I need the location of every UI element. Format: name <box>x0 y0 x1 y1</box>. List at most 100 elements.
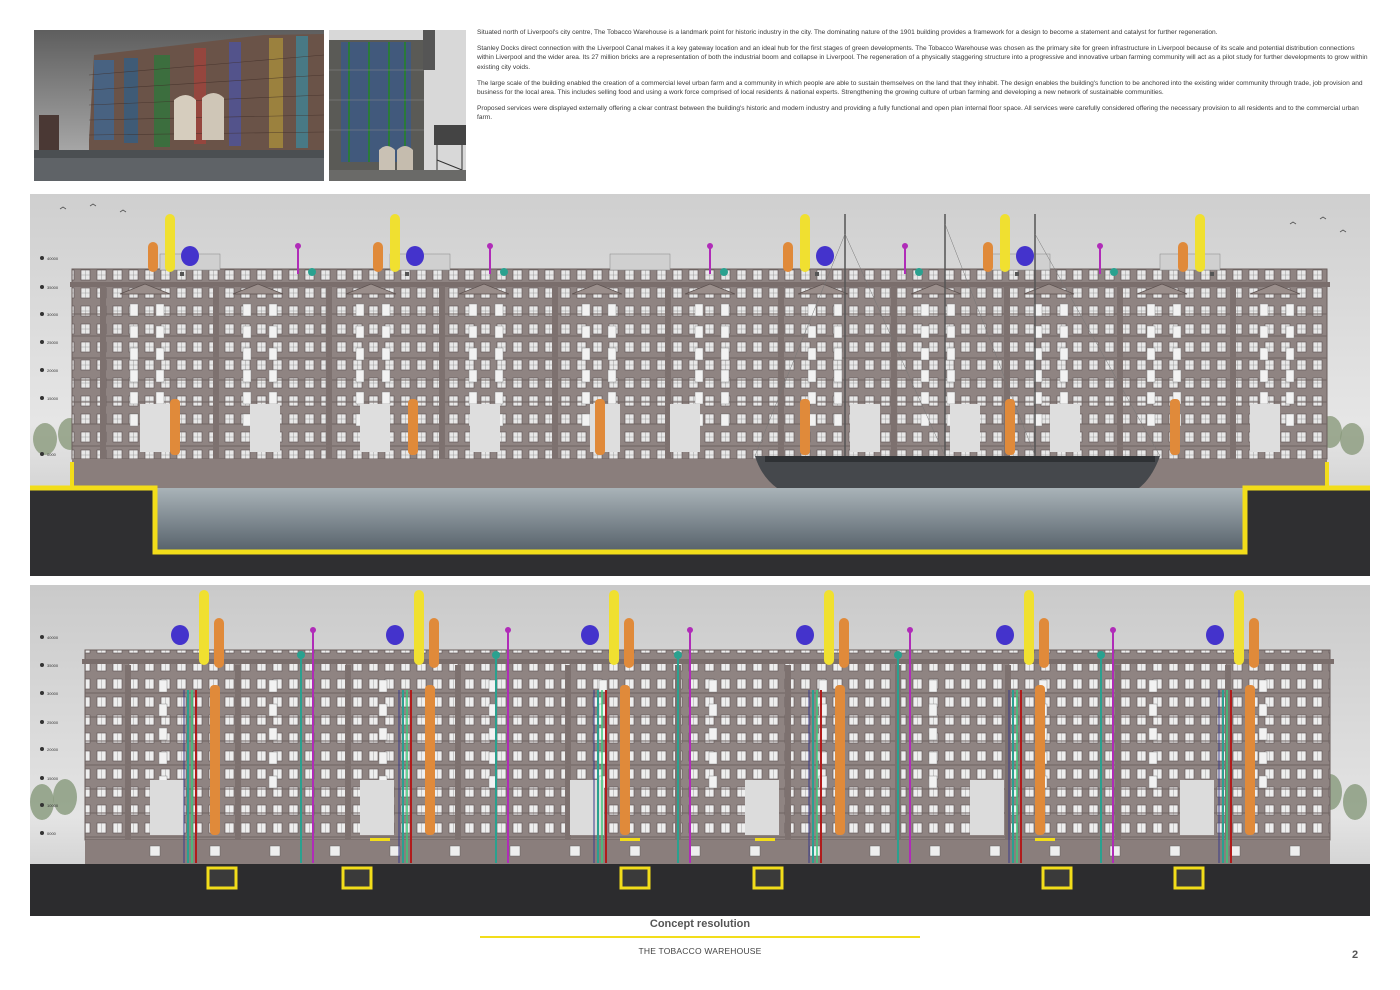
shutter <box>268 679 278 693</box>
shutter <box>833 369 843 383</box>
pipe-purple-head <box>907 627 913 633</box>
shutter <box>155 325 165 339</box>
shutter <box>242 347 252 361</box>
shutter <box>928 751 938 765</box>
pipe-purple-head <box>295 243 301 249</box>
shutter <box>581 391 591 405</box>
shutter <box>920 391 930 405</box>
level-label: 0000 <box>47 452 57 457</box>
shutter <box>920 369 930 383</box>
plinth-window <box>509 845 521 857</box>
shutter <box>1059 391 1069 405</box>
pipe-orange <box>983 242 993 272</box>
opening <box>670 404 700 452</box>
pipe-orange-column <box>170 399 180 455</box>
warehouse-perspective-photo <box>34 30 324 181</box>
pipe-purple-head <box>487 243 493 249</box>
shutter <box>381 347 391 361</box>
pipe-blue-tank <box>171 625 189 645</box>
shutter <box>1259 303 1269 317</box>
pilaster <box>125 665 131 840</box>
shutter <box>381 369 391 383</box>
shutter <box>158 703 168 717</box>
shutter <box>1146 325 1156 339</box>
pilaster <box>213 286 219 459</box>
opening <box>1180 780 1214 835</box>
pilaster <box>345 665 351 840</box>
pipe-orange-column <box>835 685 845 835</box>
plinth-window <box>1109 845 1121 857</box>
shutter <box>1259 347 1269 361</box>
shutter <box>268 775 278 789</box>
opening <box>850 404 880 452</box>
shutter <box>607 369 617 383</box>
pipe-blue-tank <box>181 246 199 266</box>
intro-paragraph: Stanley Docks direct connection with the… <box>477 45 1368 71</box>
pipe-orange-column <box>1245 685 1255 835</box>
pipe-teal-head <box>915 268 923 276</box>
shutter <box>833 303 843 317</box>
pipe-blue-tank <box>796 625 814 645</box>
level-marker <box>40 663 44 667</box>
shutter <box>581 303 591 317</box>
shutter <box>1146 413 1156 427</box>
shutter <box>355 347 365 361</box>
shutter <box>1285 413 1295 427</box>
pipe-blue-tank <box>1206 625 1224 645</box>
opening <box>360 404 390 452</box>
shutter <box>378 679 388 693</box>
shutter <box>242 413 252 427</box>
level-label: 30000 <box>47 312 59 317</box>
shutter <box>920 413 930 427</box>
shutter <box>355 325 365 339</box>
shutter <box>158 727 168 741</box>
basement-box <box>1041 866 1073 890</box>
upper-elevation-drawing: 40000 35000 30000 25000 20000 15000 0000 <box>30 194 1370 576</box>
opening <box>1250 404 1280 452</box>
shutter <box>1258 775 1268 789</box>
pipe-yellow <box>390 214 400 272</box>
pipe-orange <box>373 242 383 272</box>
rooftop-unit <box>609 253 671 271</box>
shutter <box>242 303 252 317</box>
shutter <box>129 369 139 383</box>
shutter <box>268 727 278 741</box>
basement-box <box>341 866 373 890</box>
footer-title: Concept resolution <box>649 918 751 930</box>
shutter <box>928 703 938 717</box>
shutter <box>581 325 591 339</box>
tree <box>33 423 57 455</box>
facade <box>85 650 1330 840</box>
opening <box>360 780 394 835</box>
shutter <box>155 391 165 405</box>
shutter <box>720 413 730 427</box>
shutter <box>268 325 278 339</box>
intro-paragraph: The large scale of the building enabled … <box>477 79 1363 97</box>
shutter <box>694 391 704 405</box>
pipe-purple-head <box>902 243 908 249</box>
plinth-window <box>329 845 341 857</box>
plinth-window <box>149 845 161 857</box>
shutter <box>378 751 388 765</box>
plinth-window <box>869 845 881 857</box>
shutter <box>1258 703 1268 717</box>
shutter <box>381 303 391 317</box>
pipe-yellow <box>199 590 209 665</box>
pipe-orange <box>148 242 158 272</box>
shutter <box>720 347 730 361</box>
shutter <box>355 369 365 383</box>
pipe-orange-column <box>408 399 418 455</box>
shutter <box>708 775 718 789</box>
opening <box>745 780 779 835</box>
plinth-window <box>749 845 761 857</box>
pilaster <box>1005 665 1011 840</box>
shutter <box>468 347 478 361</box>
shutter <box>129 303 139 317</box>
pipe-teal-head <box>308 268 316 276</box>
opening <box>1050 404 1080 452</box>
tree <box>1340 423 1364 455</box>
shutter <box>268 751 278 765</box>
pipe-blue-tank <box>386 625 404 645</box>
opening <box>950 404 980 452</box>
pipe-cap <box>1210 272 1214 276</box>
